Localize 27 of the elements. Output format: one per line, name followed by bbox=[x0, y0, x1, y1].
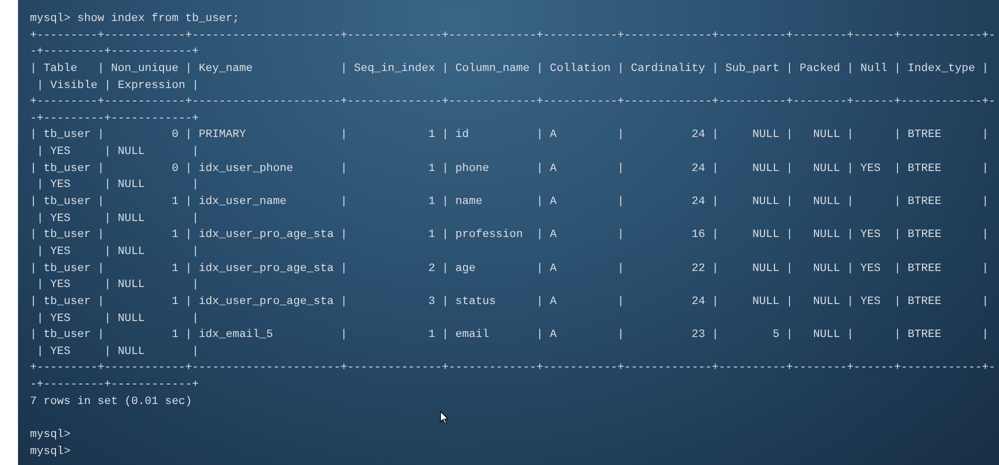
terminal-line: | YES | NULL | bbox=[36, 144, 199, 160]
terminal-line: +---------+------------+----------------------+--------------+-------------+-----------+-------------+----------+--------+------+------------+- bbox=[30, 95, 996, 110]
terminal-line: | YES | NULL | bbox=[36, 278, 199, 294]
terminal-line: | YES | NULL | bbox=[36, 244, 199, 260]
terminal-line: | tb_user | 0 | idx_user_phone | 1 | phone | A | 24 | NULL | NULL | YES | BTREE | bbox=[30, 162, 989, 177]
terminal-line: | tb_user | 1 | idx_email_5 | 1 | email | A | 23 | 5 | NULL | | BTREE | bbox=[30, 328, 989, 344]
terminal-line: -+---------+------------+ bbox=[30, 112, 199, 127]
terminal-line: | tb_user | 1 | idx_user_pro_age_sta | 1 | profession | A | 16 | NULL | NULL | YES | BTREE | bbox=[30, 228, 989, 244]
terminal-line: | Visible | Expression | bbox=[36, 78, 199, 94]
terminal-line: | YES | NULL | bbox=[36, 212, 199, 227]
terminal-line: | tb_user | 0 | PRIMARY | 1 | id | A | 24 | NULL | NULL | | BTREE | bbox=[30, 128, 989, 144]
terminal-line: | tb_user | 1 | idx_user_pro_age_sta | 2 | age | A | 22 | NULL | NULL | YES | BTREE | bbox=[30, 262, 989, 277]
terminal-line: -+---------+------------+ bbox=[30, 45, 199, 60]
mouse-pointer-icon bbox=[440, 411, 449, 425]
terminal-line: +---------+------------+----------------------+--------------+-------------+-----------+-------------+----------+--------+------+------------+- bbox=[30, 361, 996, 376]
terminal-line: mysql> bbox=[30, 444, 71, 460]
terminal-line: | tb_user | 1 | idx_user_name | 1 | name | A | 24 | NULL | NULL | | BTREE | bbox=[30, 194, 989, 210]
terminal-line: | YES | NULL | bbox=[36, 312, 199, 327]
terminal-line: | tb_user | 1 | idx_user_pro_age_sta | 3 | status | A | 24 | NULL | NULL | YES | BTREE | bbox=[30, 294, 989, 310]
terminal-line: mysql> bbox=[30, 428, 71, 444]
terminal-line: | Table | Non_unique | Key_name | Seq_in_index | Column_name | Collation | Cardinality | Sub_part | Packed | Null | Index_type | bbox=[30, 62, 989, 77]
terminal-line: | YES | NULL | bbox=[36, 178, 199, 194]
terminal-line: +---------+------------+----------------------+--------------+-------------+-----------+-------------+----------+--------+------+------------+- bbox=[30, 28, 996, 44]
terminal-line: 7 rows in set (0.01 sec) bbox=[30, 394, 192, 410]
terminal-line: mysql> show index from tb_user; bbox=[30, 12, 240, 27]
terminal-line: | YES | NULL | bbox=[36, 344, 199, 360]
terminal-line: -+---------+------------+ bbox=[30, 378, 199, 394]
